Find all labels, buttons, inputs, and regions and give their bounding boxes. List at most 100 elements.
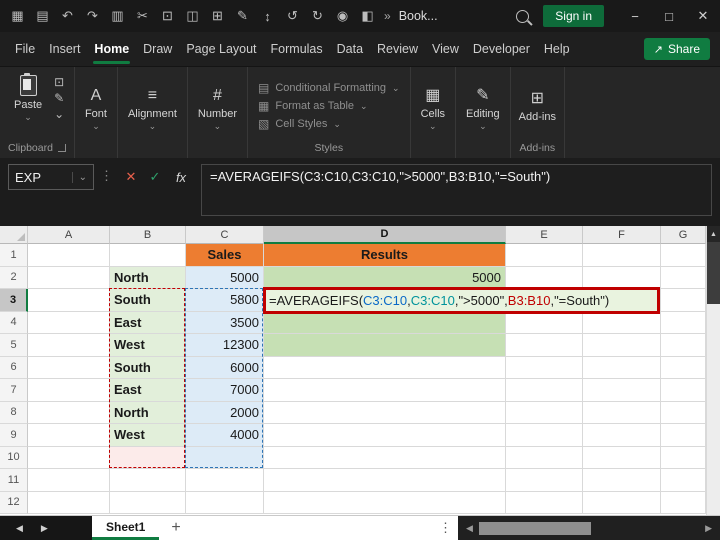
ribbon-group-alignment[interactable]: ≡ Alignment ⌄ bbox=[118, 67, 188, 158]
cell-C10[interactable] bbox=[186, 446, 264, 469]
sign-in-button[interactable]: Sign in bbox=[543, 5, 604, 27]
print-icon[interactable]: ⊞ bbox=[205, 4, 230, 28]
addins-button[interactable]: ⊞ Add-ins bbox=[519, 90, 556, 123]
cell-A4[interactable] bbox=[28, 311, 110, 334]
cell-E2[interactable] bbox=[506, 266, 583, 289]
maximize-button[interactable]: □ bbox=[652, 0, 686, 32]
cell-D7[interactable] bbox=[264, 379, 506, 402]
redo-history-icon[interactable]: ↻ bbox=[305, 4, 330, 28]
row-header-3[interactable]: 3 bbox=[0, 289, 28, 312]
paste-icon[interactable]: ◫ bbox=[180, 4, 205, 28]
cell-B2[interactable]: North bbox=[110, 266, 186, 289]
menu-view[interactable]: View bbox=[425, 32, 466, 66]
prev-sheet-icon[interactable]: ◀ bbox=[16, 523, 23, 534]
insert-function-button[interactable]: fx bbox=[167, 164, 195, 190]
row-header-11[interactable]: 11 bbox=[0, 469, 28, 492]
cell-B1[interactable] bbox=[110, 244, 186, 267]
cell-G11[interactable] bbox=[661, 469, 706, 492]
scroll-up-icon[interactable]: ▲ bbox=[707, 226, 720, 242]
row-header-1[interactable]: 1 bbox=[0, 244, 28, 267]
cell-E1[interactable] bbox=[506, 244, 583, 267]
column-header-A[interactable]: A bbox=[28, 226, 110, 244]
column-header-E[interactable]: E bbox=[506, 226, 583, 244]
redo-icon[interactable]: ↷ bbox=[80, 4, 105, 28]
menu-help[interactable]: Help bbox=[537, 32, 577, 66]
cell-G10[interactable] bbox=[661, 446, 706, 469]
cell-B7[interactable]: East bbox=[110, 379, 186, 402]
cell-F5[interactable] bbox=[583, 334, 661, 357]
vscroll-thumb[interactable] bbox=[707, 242, 720, 304]
save-icon[interactable]: ▤ bbox=[30, 4, 55, 28]
column-header-D[interactable]: D bbox=[264, 226, 506, 244]
cell-G5[interactable] bbox=[661, 334, 706, 357]
cell-G3[interactable] bbox=[661, 289, 706, 312]
clipboard-icon[interactable]: ▥ bbox=[105, 4, 130, 28]
cell-F7[interactable] bbox=[583, 379, 661, 402]
cell-G4[interactable] bbox=[661, 311, 706, 334]
clipboard-caret-icon[interactable]: ⌄ bbox=[54, 108, 64, 120]
select-all-corner[interactable] bbox=[0, 226, 28, 244]
menu-file[interactable]: File bbox=[8, 32, 42, 66]
paste-button[interactable]: Paste ⌄ bbox=[8, 73, 48, 122]
row-header-9[interactable]: 9 bbox=[0, 424, 28, 447]
tabbar-more-icon[interactable]: ⋮ bbox=[433, 520, 458, 536]
cell-F12[interactable] bbox=[583, 491, 661, 514]
cell-E6[interactable] bbox=[506, 356, 583, 379]
cut-icon[interactable]: ✂ bbox=[130, 4, 155, 28]
cell-F1[interactable] bbox=[583, 244, 661, 267]
cell-A7[interactable] bbox=[28, 379, 110, 402]
cell-E11[interactable] bbox=[506, 469, 583, 492]
row-header-10[interactable]: 10 bbox=[0, 446, 28, 469]
cell-F10[interactable] bbox=[583, 446, 661, 469]
ribbon-group-font[interactable]: A Font ⌄ bbox=[75, 67, 118, 158]
cell-C5[interactable]: 12300 bbox=[186, 334, 264, 357]
search-icon[interactable] bbox=[516, 9, 530, 23]
row-header-5[interactable]: 5 bbox=[0, 334, 28, 357]
cell-A10[interactable] bbox=[28, 446, 110, 469]
cell-styles-button[interactable]: ▧ Cell Styles ⌄ bbox=[256, 116, 343, 132]
cell-E7[interactable] bbox=[506, 379, 583, 402]
cell-D10[interactable] bbox=[264, 446, 506, 469]
column-header-B[interactable]: B bbox=[110, 226, 186, 244]
row-header-6[interactable]: 6 bbox=[0, 356, 28, 379]
cell-E12[interactable] bbox=[506, 491, 583, 514]
horizontal-scrollbar[interactable]: ◀ ▶ bbox=[458, 516, 720, 540]
copy-icon[interactable]: ⊡ bbox=[54, 76, 64, 88]
row-header-12[interactable]: 12 bbox=[0, 491, 28, 514]
cell-F2[interactable] bbox=[583, 266, 661, 289]
cell-C12[interactable] bbox=[186, 491, 264, 514]
minimize-button[interactable]: − bbox=[618, 0, 652, 32]
cell-A2[interactable] bbox=[28, 266, 110, 289]
cell-F4[interactable] bbox=[583, 311, 661, 334]
enter-icon[interactable]: ✓ bbox=[143, 164, 167, 190]
formula-bar-handle-icon[interactable]: ⋮ bbox=[94, 164, 119, 188]
ribbon-group-number[interactable]: # Number ⌄ bbox=[188, 67, 249, 158]
share-button[interactable]: ↗ Share bbox=[643, 38, 710, 60]
cancel-icon[interactable]: ✕ bbox=[119, 164, 143, 190]
cell-G12[interactable] bbox=[661, 491, 706, 514]
cell-D5[interactable] bbox=[264, 334, 506, 357]
cell-C6[interactable]: 6000 bbox=[186, 356, 264, 379]
row-header-8[interactable]: 8 bbox=[0, 401, 28, 424]
cell-F9[interactable] bbox=[583, 424, 661, 447]
copy-icon[interactable]: ⊡ bbox=[155, 4, 180, 28]
cell-G7[interactable] bbox=[661, 379, 706, 402]
column-header-G[interactable]: G bbox=[661, 226, 706, 244]
menu-insert[interactable]: Insert bbox=[42, 32, 87, 66]
name-box[interactable]: EXP ⌄ bbox=[8, 164, 94, 190]
cell-B4[interactable]: East bbox=[110, 311, 186, 334]
menu-review[interactable]: Review bbox=[370, 32, 425, 66]
menu-formulas[interactable]: Formulas bbox=[264, 32, 330, 66]
cell-F8[interactable] bbox=[583, 401, 661, 424]
cell-A11[interactable] bbox=[28, 469, 110, 492]
cell-D11[interactable] bbox=[264, 469, 506, 492]
toolbar-overflow-icon[interactable]: » bbox=[384, 9, 391, 23]
conditional-formatting-button[interactable]: ▤ Conditional Formatting ⌄ bbox=[256, 80, 402, 96]
cell-F6[interactable] bbox=[583, 356, 661, 379]
cell-D8[interactable] bbox=[264, 401, 506, 424]
editing-cell-formula[interactable]: =AVERAGEIFS(C3:C10, C3:C10 ,">5000", B3:B10… bbox=[263, 287, 660, 314]
cell-D1[interactable]: Results bbox=[264, 244, 506, 267]
cell-B12[interactable] bbox=[110, 491, 186, 514]
cell-B10[interactable] bbox=[110, 446, 186, 469]
cell-E8[interactable] bbox=[506, 401, 583, 424]
